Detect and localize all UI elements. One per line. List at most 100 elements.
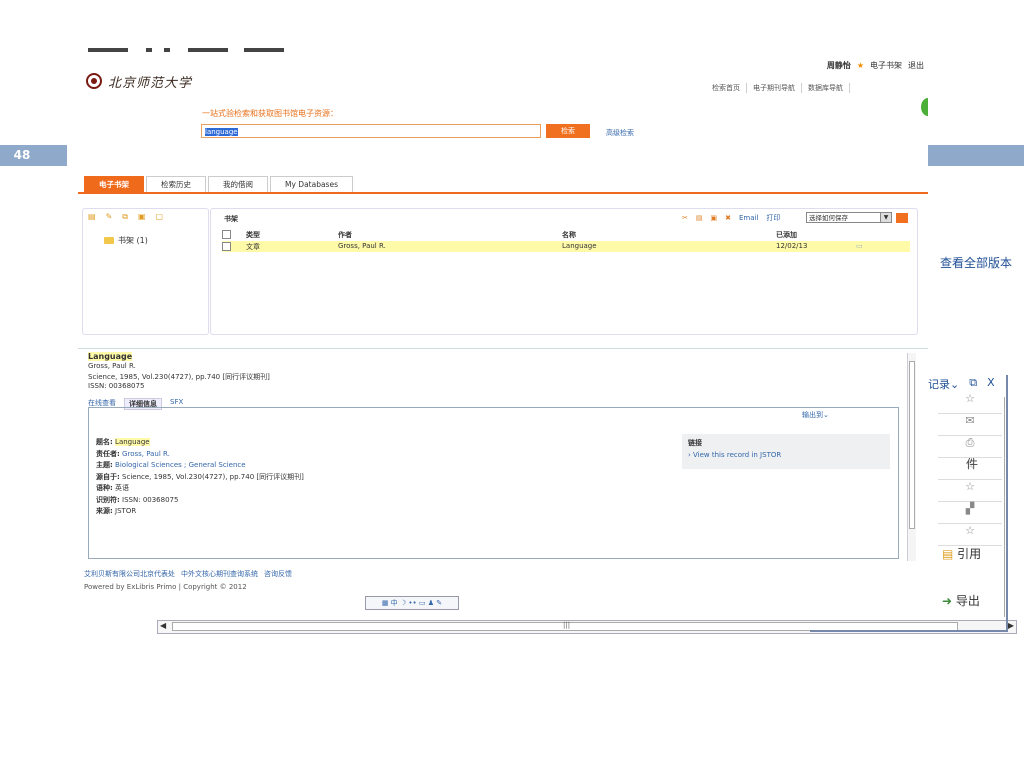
- tab-my-loans[interactable]: 我的借阅: [208, 176, 268, 193]
- subject-link[interactable]: Biological Sciences ; General Science: [115, 461, 246, 469]
- row-checkbox[interactable]: [222, 242, 231, 251]
- star-icon[interactable]: ☆: [938, 524, 1002, 546]
- row-type: 文章: [246, 243, 260, 251]
- popout-icon[interactable]: ⧉: [969, 376, 977, 392]
- author-link[interactable]: Gross, Paul R.: [122, 450, 170, 458]
- ime-toolbar[interactable]: ▦ 中 ☽ •• ▭ ♟ ✎: [365, 596, 459, 610]
- row-author: Gross, Paul R.: [338, 242, 386, 250]
- cite-action[interactable]: ▤ 引用: [942, 545, 981, 562]
- remove-icon[interactable]: ✖: [725, 214, 731, 222]
- help-icon[interactable]: [921, 98, 928, 116]
- top-nav: 检索首页 电子期刊导航 数据库导航: [712, 83, 850, 93]
- copyright-text: Copyright © 2012: [183, 583, 247, 591]
- footer-link-feedback[interactable]: 咨询反馈: [264, 569, 292, 579]
- record-title[interactable]: Language: [88, 352, 133, 361]
- shelf-toolbar: ✂ ▤ ▣ ✖ Email 打印: [682, 213, 780, 223]
- shelf-header: 书架: [224, 215, 238, 223]
- tab-search-history[interactable]: 检索历史: [146, 176, 206, 193]
- links-heading: 链接: [688, 439, 702, 447]
- search-slogan: 一站式验检索和获取图书馆电子资源：: [202, 109, 338, 118]
- record-menu-label: 记录: [928, 378, 950, 391]
- scroll-left-icon[interactable]: ◀: [160, 621, 166, 630]
- chevron-down-icon: ▼: [880, 213, 891, 222]
- overlay-scrollbar[interactable]: [1004, 397, 1019, 617]
- eshelf-link[interactable]: 电子书架: [870, 60, 902, 71]
- cut-icon[interactable]: ✂: [682, 214, 688, 222]
- star-icon[interactable]: ☆: [938, 480, 1002, 502]
- paste-record-icon[interactable]: ▣: [711, 214, 718, 222]
- paste-icon[interactable]: ▣: [138, 212, 146, 222]
- grip-icon: |||: [563, 621, 571, 629]
- envelope-icon[interactable]: ✉: [938, 414, 1002, 436]
- folder-panel: [82, 208, 209, 335]
- close-icon[interactable]: X: [987, 376, 995, 392]
- record-menu[interactable]: 记录⌄: [928, 376, 959, 392]
- folder-toolbar: ▤ ✎ ⧉ ▣ ▢: [88, 212, 163, 222]
- document-icon: ▤: [942, 547, 954, 561]
- search-input[interactable]: language: [201, 124, 541, 138]
- field-value: 英语: [115, 484, 130, 492]
- field-subject: 主题: Biological Sciences ; General Scienc…: [96, 460, 304, 472]
- footer-link-exlibris[interactable]: 艾利贝斯有限公司北京代表处: [84, 569, 175, 579]
- folder-icon: [104, 237, 114, 244]
- save-format-select[interactable]: 选择如何保存 ▼: [806, 212, 892, 223]
- print-link[interactable]: 打印: [766, 213, 780, 223]
- tab-bar: 电子书架 检索历史 我的借阅 My Databases: [84, 176, 355, 193]
- email-link[interactable]: Email: [739, 214, 758, 222]
- row-title[interactable]: Language: [562, 242, 597, 250]
- page-number: 48: [13, 148, 31, 162]
- nav-link-ejournals[interactable]: 电子期刊导航: [753, 83, 802, 93]
- note-icon[interactable]: ▭: [856, 242, 863, 250]
- view-all-versions[interactable]: 查看全部版本: [940, 254, 1012, 271]
- go-button[interactable]: [896, 213, 908, 223]
- field-identifier: 识别符: ISSN: 00368075: [96, 495, 304, 507]
- field-source: 源自于: Science, 1985, Vol.230(4727), pp.74…: [96, 472, 304, 484]
- footer-link-journals[interactable]: 中外文核心期刊查询系统: [181, 569, 258, 579]
- logout-link[interactable]: 退出: [908, 60, 924, 71]
- select-all-checkbox[interactable]: [222, 230, 231, 239]
- chevron-down-icon: ⌄: [950, 378, 960, 391]
- field-value: Language: [115, 438, 150, 446]
- col-author[interactable]: 作者: [338, 230, 352, 240]
- ime-language: 中: [390, 599, 398, 607]
- export-action[interactable]: ➜ 导出: [942, 592, 980, 609]
- table-header: 类型 作者 名称 已添加: [222, 229, 910, 239]
- field-label: 主题:: [96, 461, 113, 469]
- footer-links: 艾利贝斯有限公司北京代表处 中外文核心期刊查询系统 咨询反馈: [84, 569, 292, 579]
- star-icon[interactable]: ☆: [938, 392, 1002, 414]
- scroll-right-icon[interactable]: ▶: [1008, 621, 1014, 630]
- keyboard-icon: ▦: [381, 599, 389, 607]
- col-title[interactable]: 名称: [562, 230, 576, 240]
- field-label: 识别符:: [96, 495, 120, 504]
- field-language: 语种: 英语: [96, 483, 304, 495]
- advanced-search-link[interactable]: 高级检索: [606, 128, 634, 138]
- save-select-value: 选择如何保存: [809, 214, 848, 222]
- tab-divider: [78, 192, 928, 194]
- jstor-link[interactable]: › View this record in JSTOR: [688, 451, 781, 459]
- tab-my-databases[interactable]: My Databases: [270, 176, 353, 193]
- delete-icon[interactable]: ▢: [156, 212, 164, 222]
- copy-record-icon[interactable]: ▤: [696, 214, 703, 222]
- star-icon: ★: [856, 61, 864, 70]
- bars-icon[interactable]: ▞: [938, 502, 1002, 524]
- new-folder-icon[interactable]: ▤: [88, 212, 96, 222]
- university-seal-icon: [86, 73, 102, 89]
- row-added: 12/02/13: [776, 242, 808, 250]
- search-button[interactable]: 检索: [546, 124, 590, 138]
- nav-link-home[interactable]: 检索首页: [712, 83, 747, 93]
- nav-link-databases[interactable]: 数据库导航: [808, 83, 850, 93]
- jstor-link-label: View this record in JSTOR: [693, 451, 782, 459]
- search-query: language: [205, 128, 238, 136]
- copy-icon[interactable]: ⧉: [122, 212, 128, 222]
- export-icon: ➜: [942, 594, 953, 608]
- col-added[interactable]: 已添加: [776, 230, 797, 240]
- folder-tree[interactable]: 书架 (1): [104, 235, 148, 246]
- table-row[interactable]: 文章 Gross, Paul R. Language 12/02/13 ▭: [222, 241, 910, 252]
- user-icon: ♟: [427, 599, 435, 607]
- col-type[interactable]: 类型: [246, 230, 260, 240]
- university-logo[interactable]: 北京师范大学: [86, 70, 192, 92]
- slide-band-right: [928, 145, 1024, 166]
- rename-icon[interactable]: ✎: [106, 212, 113, 222]
- tab-eshelf[interactable]: 电子书架: [84, 176, 144, 193]
- field-source-db: 来源: JSTOR: [96, 506, 304, 518]
